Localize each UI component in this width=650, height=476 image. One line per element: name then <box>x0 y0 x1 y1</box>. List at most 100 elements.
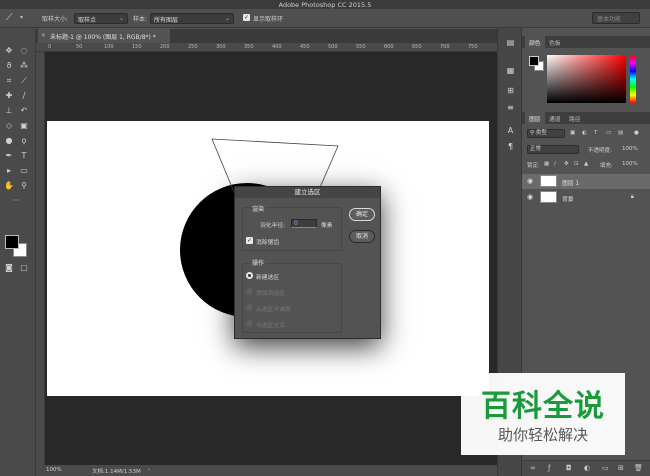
lock-paint-icon[interactable]: ∕ <box>554 161 556 167</box>
show-ring-label: 显示取样环 <box>253 16 284 23</box>
add-mask-icon[interactable]: ◘ <box>566 464 572 472</box>
filter-adjustment-icon[interactable]: ◐ <box>582 130 587 136</box>
lasso-tool-icon[interactable]: ϑ <box>3 60 15 71</box>
lock-artboard-icon[interactable]: ⊡ <box>574 161 579 167</box>
tool-preset-caret-icon[interactable]: ▾ <box>20 14 23 21</box>
swap-colors-icon[interactable] <box>3 235 15 246</box>
link-layers-icon[interactable]: ∞ <box>530 464 536 472</box>
document-size-info: 文档:1.14M/1.53M <box>92 469 141 475</box>
close-icon[interactable]: × <box>41 32 46 39</box>
new-layer-icon[interactable]: ⊞ <box>618 464 624 472</box>
eyedropper-tool-icon[interactable]: ⟋ <box>6 13 18 24</box>
brush-settings-icon[interactable]: ≡ <box>505 103 516 113</box>
history-brush-icon[interactable]: ↶ <box>18 105 30 116</box>
antialias-label: 消除锯齿 <box>256 240 280 246</box>
sample-select[interactable]: 所有图层 ⌄ <box>150 13 234 24</box>
workspace-search-input[interactable]: 基本功能 <box>592 12 640 24</box>
layer-style-icon[interactable]: ƒ <box>548 464 550 472</box>
zoom-level[interactable]: 100% <box>46 467 62 473</box>
tab-channels[interactable]: 通道 <box>545 112 565 124</box>
eye-icon[interactable]: ◉ <box>527 193 533 201</box>
antialias-checkbox[interactable]: ✓ <box>246 237 253 244</box>
magic-wand-tool-icon[interactable]: ⁂ <box>18 60 30 71</box>
subtract-selection-radio[interactable] <box>246 304 253 311</box>
status-bar: 100% 文档:1.14M/1.53M › <box>36 465 497 476</box>
eraser-tool-icon[interactable]: ◇ <box>3 120 15 131</box>
blend-mode-select[interactable]: 正常 <box>527 145 579 154</box>
new-selection-label: 新建选区 <box>256 275 280 281</box>
new-group-icon[interactable]: ▭ <box>602 464 609 472</box>
hand-tool-icon[interactable]: ✋ <box>3 180 15 191</box>
intersect-selection-radio[interactable] <box>246 320 253 327</box>
healing-brush-icon[interactable]: ✚ <box>3 90 15 101</box>
lock-all-icon[interactable]: ▲ <box>584 161 588 167</box>
lock-transparent-icon[interactable]: ▦ <box>544 161 549 167</box>
dodge-tool-icon[interactable]: ϙ <box>18 135 30 146</box>
ruler-tick: 500 <box>328 44 338 50</box>
properties-panel-icon[interactable]: ▦ <box>505 66 516 76</box>
layer-filter-value: 类型 <box>535 130 547 136</box>
adjustments-panel-icon[interactable]: ⊞ <box>505 86 516 96</box>
panel-foreground-swatch[interactable] <box>529 56 539 66</box>
layer-filter-select[interactable]: ⚲ 类型 <box>527 129 565 138</box>
type-tool-icon[interactable]: T <box>18 150 30 161</box>
ruler-tick: 150 <box>132 44 142 50</box>
zoom-tool-icon[interactable]: ⚲ <box>18 180 30 191</box>
tab-swatches[interactable]: 色板 <box>545 36 565 48</box>
ok-button[interactable]: 确定 <box>349 208 375 221</box>
dialog-title: 建立选区 <box>235 187 380 198</box>
feather-radius-input[interactable]: 0 <box>291 219 317 228</box>
operation-group-label: 操作 <box>250 258 267 267</box>
layer-row-1[interactable]: ◉ 图层 1 <box>522 174 650 189</box>
delete-layer-icon[interactable]: 🗑︎ <box>634 464 643 472</box>
watermark-subtitle: 助你轻松解决 <box>497 426 588 444</box>
filter-type-icon[interactable]: T <box>594 130 597 136</box>
filter-smart-object-icon[interactable]: ▤ <box>618 130 623 136</box>
sample-size-select[interactable]: 取样点 ⌄ <box>74 13 128 24</box>
tab-layers[interactable]: 图层 <box>525 112 545 124</box>
cancel-button[interactable]: 取消 <box>349 230 375 243</box>
filter-pixel-icon[interactable]: ▣ <box>570 130 575 136</box>
sample-label: 样本: <box>133 16 148 23</box>
show-ring-checkbox[interactable]: ✓ <box>243 14 250 21</box>
character-panel-icon[interactable]: A <box>505 126 516 136</box>
paragraph-panel-icon[interactable]: ¶ <box>505 142 516 152</box>
blur-tool-icon[interactable]: ● <box>3 135 15 146</box>
pen-tool-icon[interactable]: ✒ <box>3 150 15 161</box>
clone-stamp-icon[interactable]: ⊥ <box>3 105 15 116</box>
eye-icon[interactable]: ◉ <box>527 177 533 185</box>
hue-slider[interactable] <box>630 55 636 103</box>
filter-shape-icon[interactable]: ▭ <box>606 130 611 136</box>
filter-toggle-icon[interactable]: ● <box>634 130 639 136</box>
crop-tool-icon[interactable]: ⌗ <box>3 75 15 86</box>
shape-tool-icon[interactable]: ▭ <box>18 165 30 176</box>
ruler-tick: 250 <box>188 44 198 50</box>
tab-color[interactable]: 颜色 <box>525 36 545 48</box>
fill-value[interactable]: 100% <box>622 161 638 167</box>
ruler-tick: 300 <box>216 44 226 50</box>
more-tools-icon[interactable]: ··· <box>10 195 22 206</box>
marquee-tool-icon[interactable]: ◌ <box>18 45 30 56</box>
gradient-tool-icon[interactable]: ▣ <box>18 120 30 131</box>
adjustment-layer-icon[interactable]: ◐ <box>584 464 590 472</box>
layer-row-background[interactable]: ◉ 背景 🔒︎ <box>522 190 650 205</box>
lock-fill-row: 锁定: ▦ ∕ ✥ ⊡ ▲ 填充: 100% <box>522 159 650 171</box>
color-picker-field[interactable] <box>547 55 626 103</box>
opacity-value[interactable]: 100% <box>622 146 638 152</box>
status-arrow-icon[interactable]: › <box>148 467 150 473</box>
path-selection-icon[interactable]: ▸ <box>3 165 15 176</box>
document-tab[interactable]: × 未标题-1 @ 100% (图层 1, RGB/8*) * <box>38 29 170 43</box>
sample-value: 所有图层 <box>154 17 179 24</box>
brush-tool-icon[interactable]: ∕ <box>18 90 30 101</box>
tab-paths[interactable]: 路径 <box>565 112 585 124</box>
history-panel-icon[interactable]: ▤ <box>505 38 516 48</box>
new-selection-radio[interactable] <box>246 272 253 279</box>
feather-radius-label: 羽化半径: <box>260 223 286 229</box>
move-tool-icon[interactable]: ✥ <box>3 45 15 56</box>
quick-mask-icon[interactable]: ◙ <box>3 262 15 273</box>
add-to-selection-radio[interactable] <box>246 288 253 295</box>
screen-mode-icon[interactable]: ▢ <box>18 262 30 273</box>
layers-panel-footer: ∞ ƒ ◘ ◐ ▭ ⊞ 🗑︎ <box>522 460 650 476</box>
lock-position-icon[interactable]: ✥ <box>564 161 569 167</box>
eyedropper-icon[interactable]: ⟋ <box>18 75 30 86</box>
